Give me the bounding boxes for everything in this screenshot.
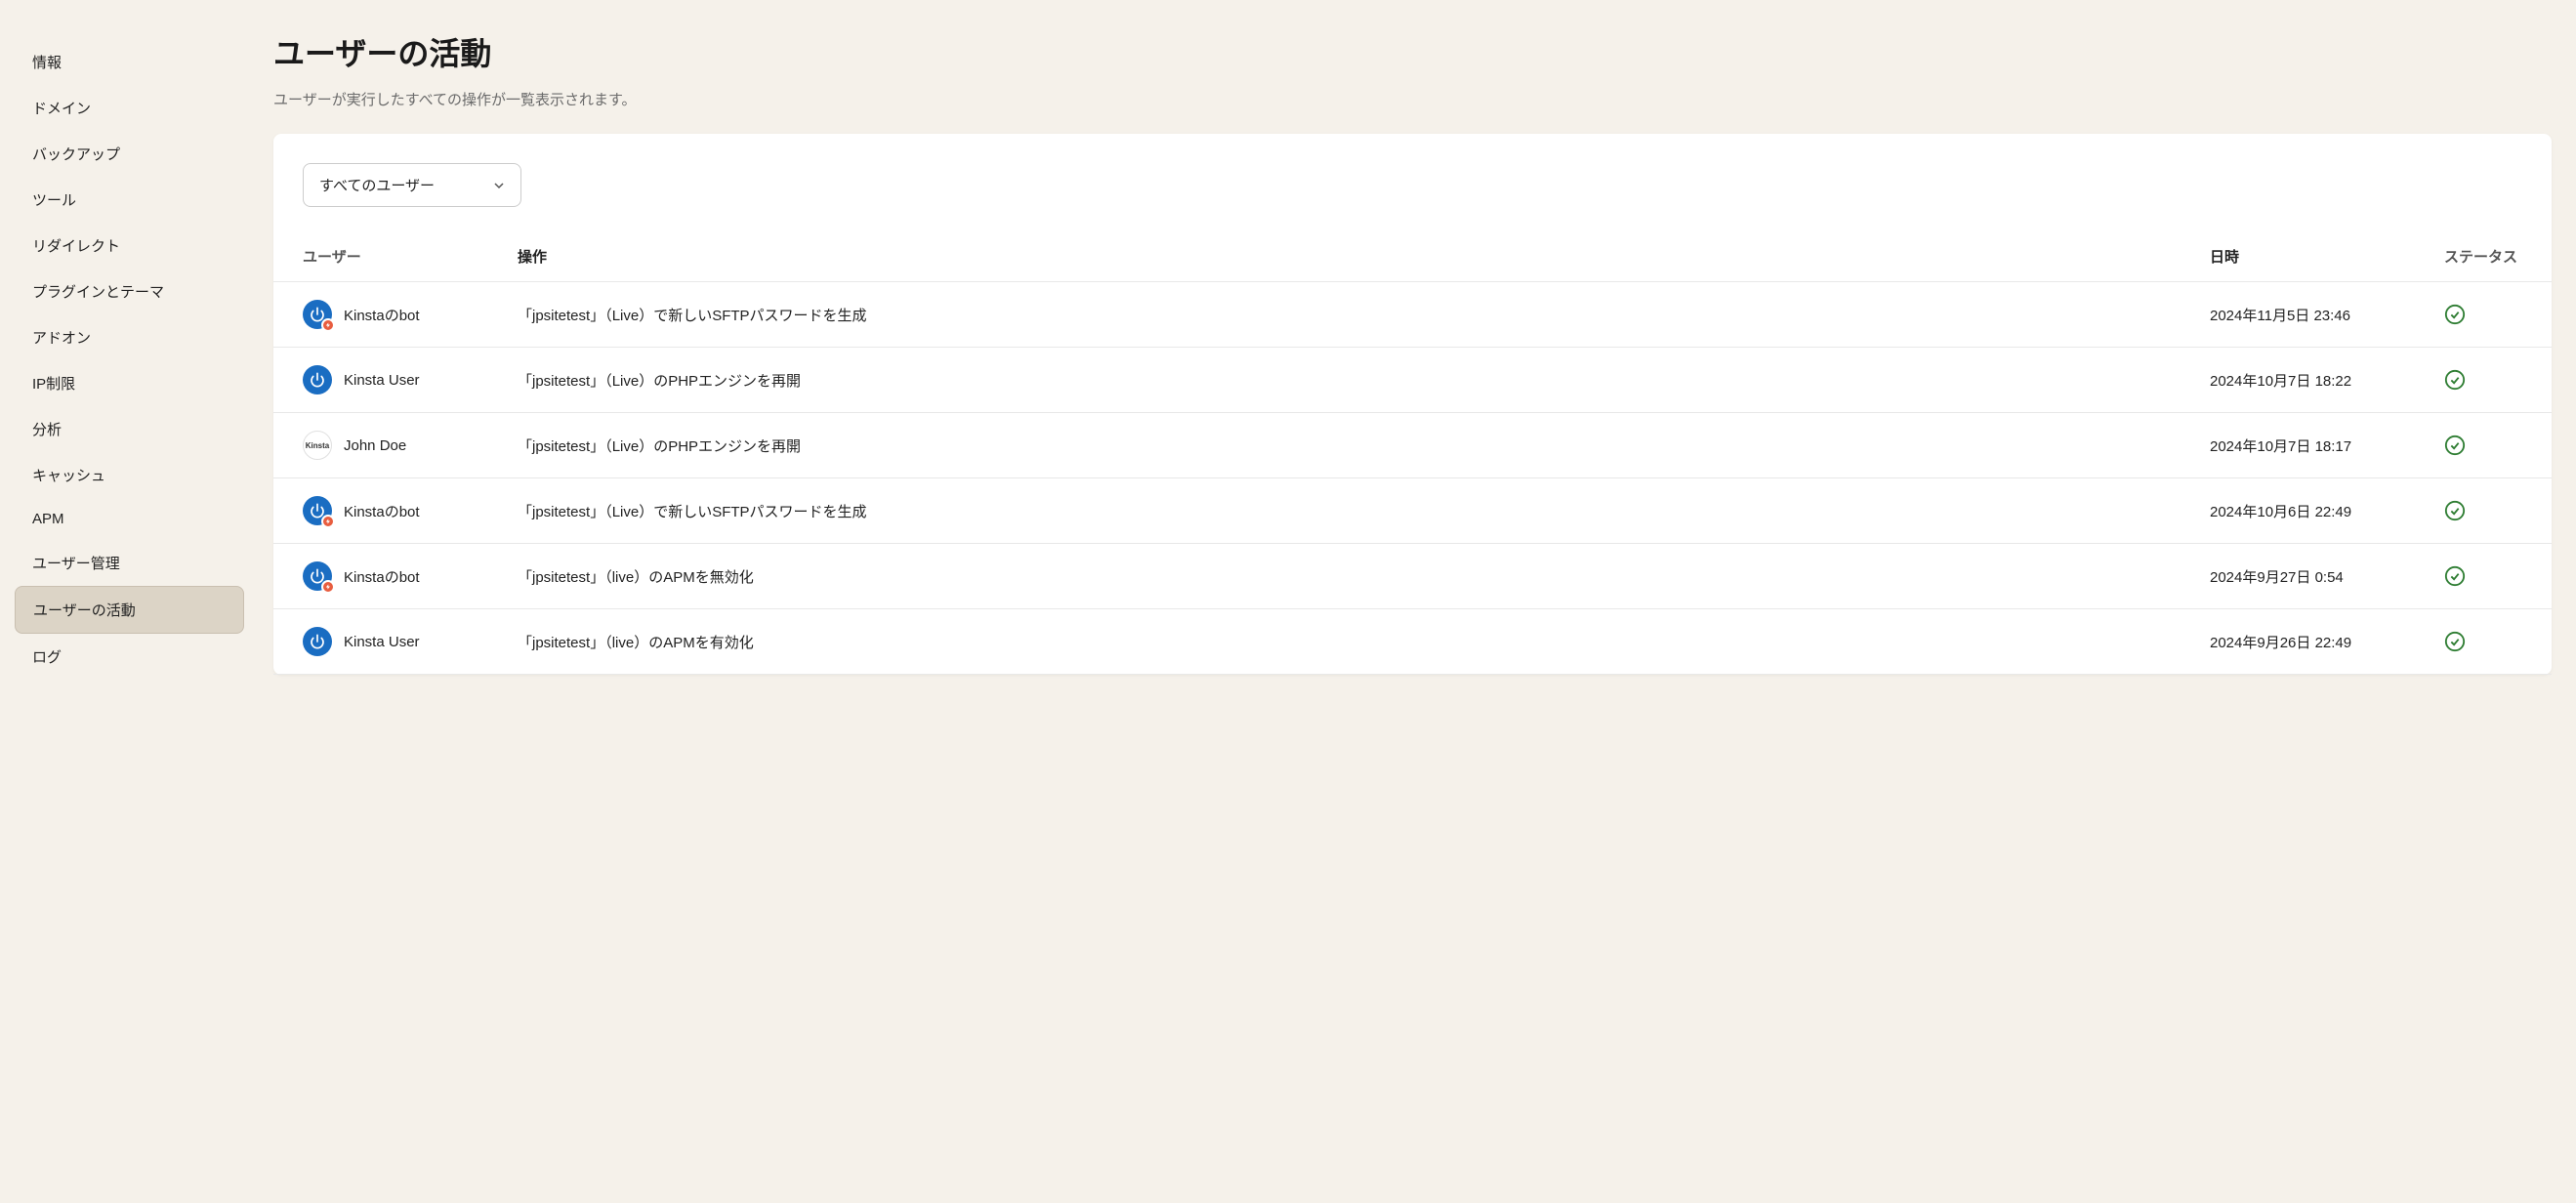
cell-datetime: 2024年10月7日 18:22 <box>2210 370 2444 391</box>
table-body: Kinstaのbot 「jpsitetest」（Live）で新しいSFTPパスワー… <box>273 282 2552 675</box>
success-icon <box>2444 369 2466 391</box>
table-row: Kinsta John Doe 「jpsitetest」（Live）のPHPエンジン… <box>273 413 2552 478</box>
sidebar-item-apm[interactable]: APM <box>15 498 244 540</box>
sidebar-item-ip-restriction[interactable]: IP制限 <box>15 360 244 406</box>
cell-user: Kinstaのbot <box>303 496 518 525</box>
cell-status <box>2444 631 2522 652</box>
sidebar-item-plugins-themes[interactable]: プラグインとテーマ <box>15 269 244 314</box>
user-name: Kinsta User <box>344 372 420 389</box>
cell-status <box>2444 369 2522 391</box>
cell-user: Kinsta User <box>303 627 518 656</box>
bot-badge-icon <box>321 515 335 528</box>
avatar <box>303 496 332 525</box>
user-name: Kinsta User <box>344 634 420 650</box>
bot-badge-icon <box>321 580 335 594</box>
avatar <box>303 627 332 656</box>
avatar: Kinsta <box>303 431 332 460</box>
main-content: ユーザーの活動 ユーザーが実行したすべての操作が一覧表示されます。 すべてのユー… <box>259 0 2576 1203</box>
table-row: Kinstaのbot 「jpsitetest」（live）のAPMを無効化2024… <box>273 544 2552 609</box>
cell-status <box>2444 435 2522 456</box>
table-row: Kinsta User 「jpsitetest」（Live）のPHPエンジンを再開… <box>273 348 2552 413</box>
table-row: Kinsta User 「jpsitetest」（live）のAPMを有効化202… <box>273 609 2552 675</box>
sidebar-item-redirect[interactable]: リダイレクト <box>15 223 244 269</box>
sidebar: 情報 ドメイン バックアップ ツール リダイレクト プラグインとテーマ アドオン… <box>0 0 259 1203</box>
header-user: ユーザー <box>303 246 518 267</box>
table-row: Kinstaのbot 「jpsitetest」（Live）で新しいSFTPパスワー… <box>273 478 2552 544</box>
success-icon <box>2444 435 2466 456</box>
sidebar-item-domain[interactable]: ドメイン <box>15 85 244 131</box>
user-name: Kinstaのbot <box>344 501 420 521</box>
avatar <box>303 561 332 591</box>
user-name: Kinstaのbot <box>344 305 420 325</box>
user-name: Kinstaのbot <box>344 566 420 587</box>
cell-user: Kinstaのbot <box>303 300 518 329</box>
user-filter-label: すべてのユーザー <box>319 175 435 195</box>
header-status: ステータス <box>2444 246 2522 267</box>
cell-user: Kinstaのbot <box>303 561 518 591</box>
sidebar-item-info[interactable]: 情報 <box>15 39 244 85</box>
bot-badge-icon <box>321 318 335 332</box>
avatar <box>303 300 332 329</box>
filter-row: すべてのユーザー <box>273 163 2552 231</box>
user-name: John Doe <box>344 437 406 454</box>
page-subtitle: ユーザーが実行したすべての操作が一覧表示されます。 <box>273 89 2552 109</box>
page-title: ユーザーの活動 <box>273 29 2552 74</box>
sidebar-item-analytics[interactable]: 分析 <box>15 406 244 452</box>
cell-action: 「jpsitetest」（Live）のPHPエンジンを再開 <box>518 370 2210 391</box>
cell-status <box>2444 565 2522 587</box>
cell-action: 「jpsitetest」（live）のAPMを有効化 <box>518 632 2210 652</box>
cell-datetime: 2024年10月7日 18:17 <box>2210 436 2444 456</box>
cell-datetime: 2024年9月26日 22:49 <box>2210 632 2444 652</box>
cell-action: 「jpsitetest」（Live）のPHPエンジンを再開 <box>518 436 2210 456</box>
table-row: Kinstaのbot 「jpsitetest」（Live）で新しいSFTPパスワー… <box>273 282 2552 348</box>
cell-user: Kinsta User <box>303 365 518 394</box>
cell-action: 「jpsitetest」（Live）で新しいSFTPパスワードを生成 <box>518 501 2210 521</box>
cell-status <box>2444 304 2522 325</box>
sidebar-item-backup[interactable]: バックアップ <box>15 131 244 177</box>
cell-action: 「jpsitetest」（live）のAPMを無効化 <box>518 566 2210 587</box>
sidebar-item-tools[interactable]: ツール <box>15 177 244 223</box>
success-icon <box>2444 500 2466 521</box>
avatar <box>303 365 332 394</box>
success-icon <box>2444 565 2466 587</box>
activity-table: ユーザー 操作 日時 ステータス Kinstaのbot 「jpsitetest」（… <box>273 231 2552 675</box>
activity-card: すべてのユーザー ユーザー 操作 日時 ステータス Kinstaのbot 「jps… <box>273 134 2552 675</box>
cell-action: 「jpsitetest」（Live）で新しいSFTPパスワードを生成 <box>518 305 2210 325</box>
chevron-down-icon <box>493 180 505 191</box>
sidebar-item-logs[interactable]: ログ <box>15 634 244 680</box>
sidebar-item-user-management[interactable]: ユーザー管理 <box>15 540 244 586</box>
header-datetime: 日時 <box>2210 246 2444 267</box>
cell-user: Kinsta John Doe <box>303 431 518 460</box>
cell-datetime: 2024年10月6日 22:49 <box>2210 501 2444 521</box>
cell-status <box>2444 500 2522 521</box>
cell-datetime: 2024年9月27日 0:54 <box>2210 566 2444 587</box>
sidebar-item-cache[interactable]: キャッシュ <box>15 452 244 498</box>
cell-datetime: 2024年11月5日 23:46 <box>2210 305 2444 325</box>
sidebar-item-user-activity[interactable]: ユーザーの活動 <box>15 586 244 634</box>
sidebar-item-addons[interactable]: アドオン <box>15 314 244 360</box>
table-header: ユーザー 操作 日時 ステータス <box>273 231 2552 282</box>
user-filter-select[interactable]: すべてのユーザー <box>303 163 521 207</box>
success-icon <box>2444 304 2466 325</box>
success-icon <box>2444 631 2466 652</box>
header-action: 操作 <box>518 246 2210 267</box>
